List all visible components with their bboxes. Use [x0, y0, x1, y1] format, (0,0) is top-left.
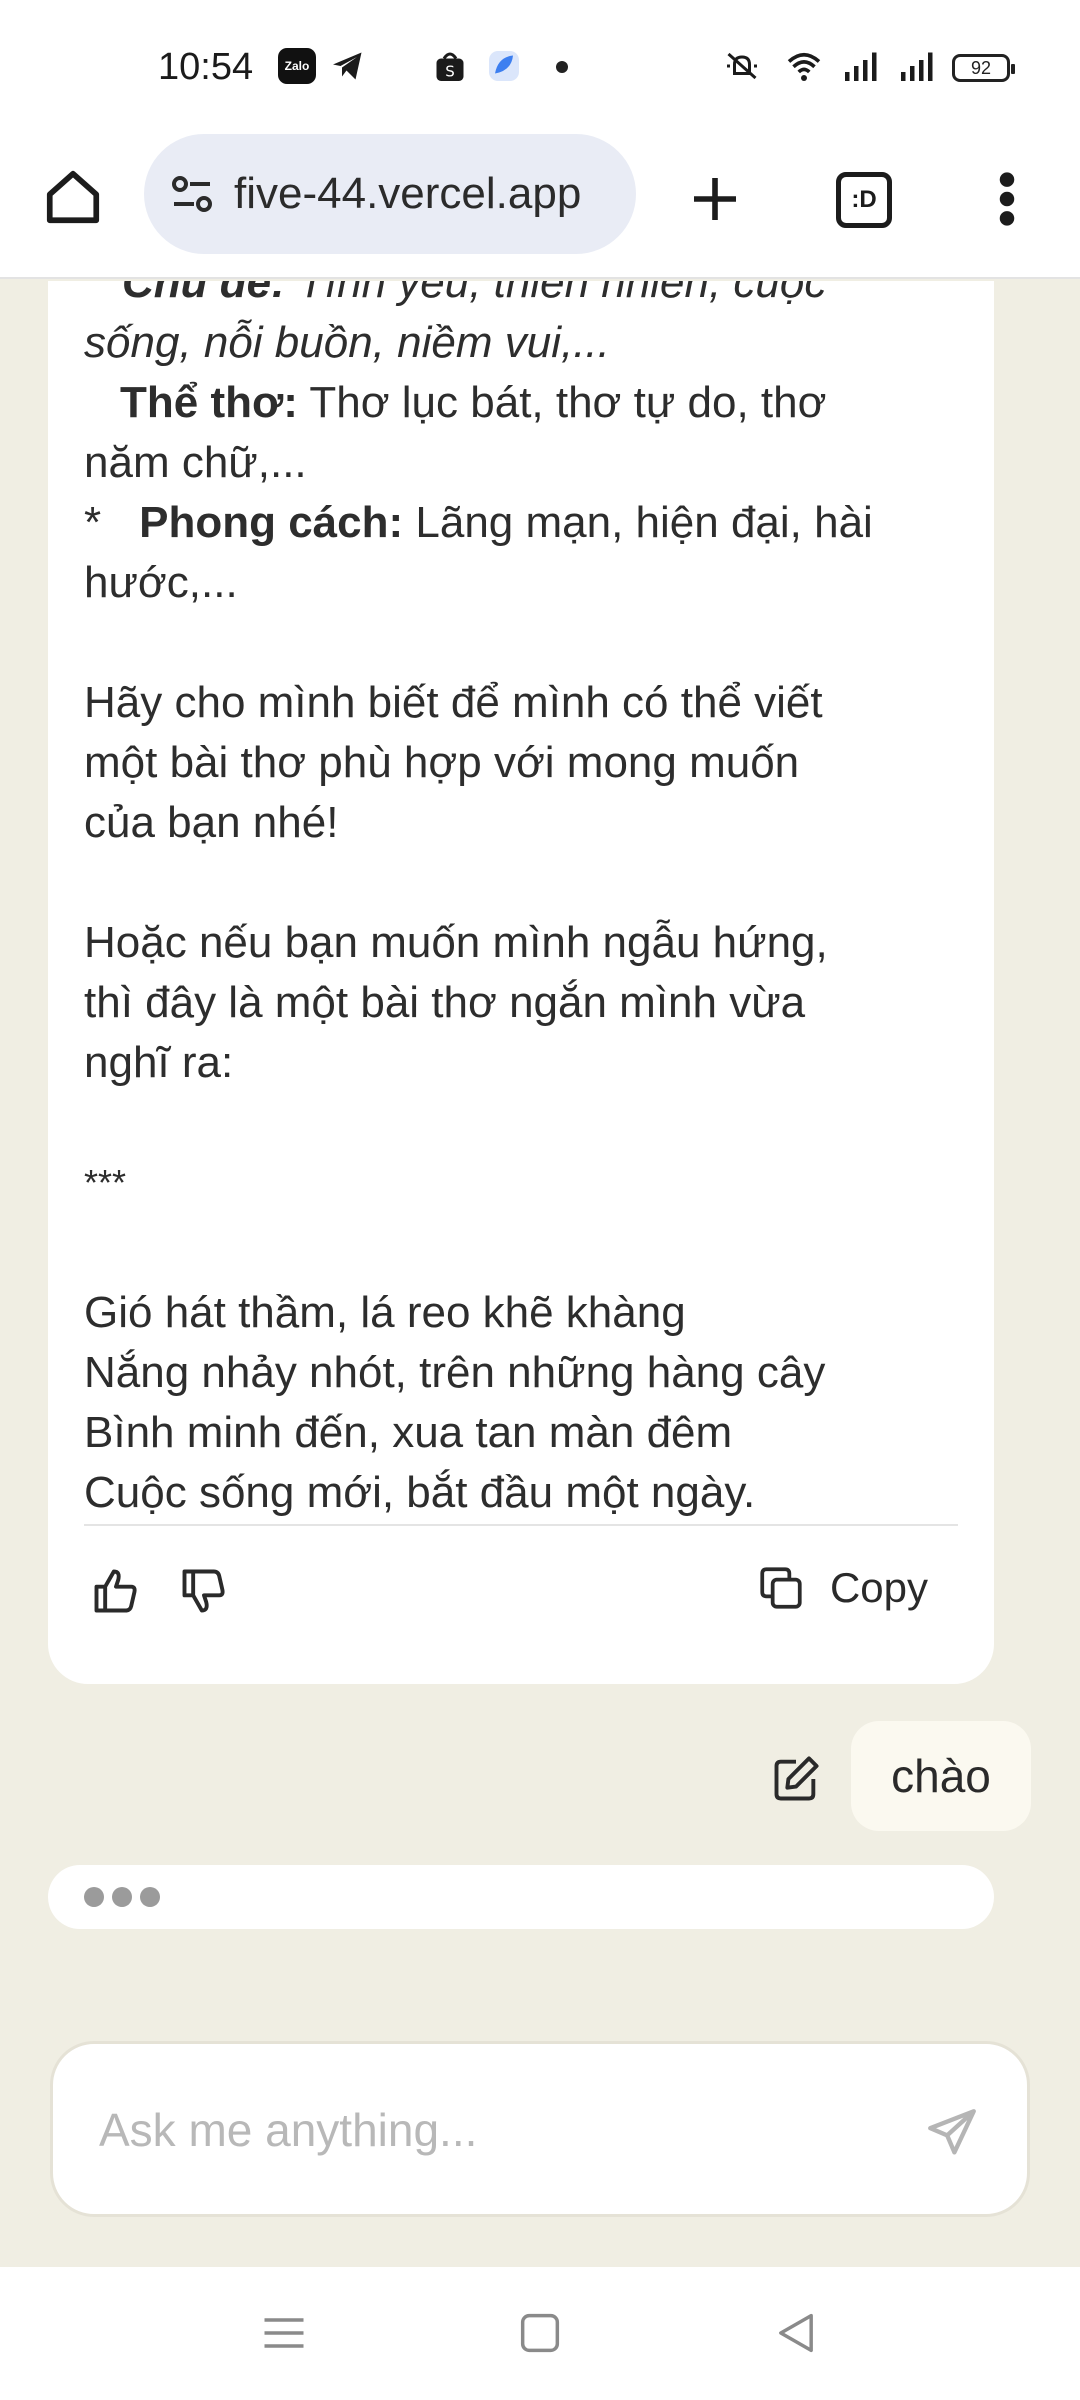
status-bar: 10:54 Zalo S 92 [0, 0, 1080, 134]
thumbs-down-icon[interactable] [178, 1565, 230, 1617]
mute-icon [727, 52, 757, 80]
more-icon [999, 172, 1015, 226]
edit-icon[interactable] [770, 1753, 822, 1805]
message-line: Hoặc nếu bạn muốn mình ngẫu hứng, [84, 918, 828, 967]
divider [84, 1524, 958, 1526]
app-icon [489, 51, 519, 81]
message-line: Hãy cho mình biết để mình có thể viết [84, 678, 823, 727]
message-line: năm chữ,... [84, 438, 307, 487]
copy-label: Copy [829, 1564, 928, 1611]
new-tab-icon [694, 178, 736, 220]
battery-icon: 92 [952, 54, 1015, 82]
shopee-icon: S [436, 52, 464, 81]
message-line: * Phong cách: Lãng mạn, hiện đại, hài [84, 493, 964, 553]
poem-line: Nắng nhảy nhót, trên những hàng cây [84, 1348, 826, 1397]
message-actions: Copy [84, 1541, 958, 1641]
message-line: hước,... [84, 558, 238, 607]
wifi-icon [787, 52, 821, 81]
typing-dot [140, 1887, 160, 1907]
url-text: five-44.vercel.app [234, 169, 582, 218]
user-message: chào [851, 1721, 1031, 1831]
typing-dot [84, 1887, 104, 1907]
typing-indicator [48, 1865, 994, 1929]
home-nav-icon[interactable] [514, 2307, 566, 2359]
poem-line: Cuộc sống mới, bắt đầu một ngày. [84, 1468, 756, 1517]
home-button[interactable] [38, 162, 108, 232]
assistant-message-text: Chủ đề: Tình yêu, thiên nhiên, cuộc sống… [84, 281, 964, 1523]
notification-dot [556, 61, 568, 73]
style-text: Lãng mạn, hiện đại, hài [403, 498, 873, 547]
copy-button[interactable]: Copy [756, 1563, 928, 1613]
telegram-icon [333, 52, 362, 80]
bullet: * [84, 498, 102, 547]
message-line: Chủ đề: Tình yêu, thiên nhiên, cuộc [84, 281, 964, 313]
copy-icon [760, 1567, 802, 1609]
message-line: của bạn nhé! [84, 798, 339, 847]
signal-icon [845, 52, 877, 81]
assistant-message: Chủ đề: Tình yêu, thiên nhiên, cuộc sống… [48, 281, 994, 1684]
typing-dot [112, 1887, 132, 1907]
menu-icon[interactable] [258, 2307, 310, 2359]
svg-text:S: S [445, 63, 455, 81]
message-line: thì đây là một bài thơ ngắn mình vừa [84, 978, 806, 1027]
separator: *** [84, 1162, 127, 1203]
topic-text: Tình yêu, thiên nhiên, cuộc [285, 281, 827, 307]
poem-line: Gió hát thầm, lá reo khẽ khàng [84, 1288, 686, 1337]
chat-area[interactable]: Chủ đề: Tình yêu, thiên nhiên, cuộc sống… [0, 281, 1080, 2267]
address-bar[interactable]: five-44.vercel.app [144, 134, 636, 254]
topic-label: Chủ đề: [122, 281, 286, 307]
status-time: 10:54 [158, 46, 254, 88]
home-icon [46, 170, 100, 224]
message-line: nghĩ ra: [84, 1038, 234, 1087]
user-message-row: chào [0, 1721, 1080, 1831]
send-icon[interactable] [923, 2104, 981, 2162]
new-tab-button[interactable] [680, 164, 750, 234]
chat-input[interactable] [99, 2098, 879, 2162]
form-label: Thể thơ: [120, 378, 298, 427]
thumbs-up-icon[interactable] [90, 1565, 142, 1617]
message-line: sống, nỗi buồn, niềm vui,... [84, 318, 610, 367]
more-menu-button[interactable] [972, 164, 1042, 234]
message-line: Thể thơ: Thơ lục bát, thơ tự do, thơ [84, 373, 964, 433]
site-settings-icon[interactable] [168, 170, 216, 218]
chat-input-box [50, 2041, 1030, 2217]
browser-toolbar: five-44.vercel.app :D [0, 134, 1080, 279]
zalo-icon: Zalo [278, 48, 316, 84]
system-nav-bar [0, 2267, 1080, 2400]
signal-icon-2 [901, 52, 933, 81]
back-icon[interactable] [770, 2307, 822, 2359]
form-text: Thơ lục bát, thơ tự do, thơ [297, 378, 827, 427]
tabs-button[interactable]: :D [836, 172, 892, 228]
message-line: một bài thơ phù hợp với mong muốn [84, 738, 800, 787]
poem-line: Bình minh đến, xua tan màn đêm [84, 1408, 733, 1457]
style-label: Phong cách: [139, 498, 404, 547]
